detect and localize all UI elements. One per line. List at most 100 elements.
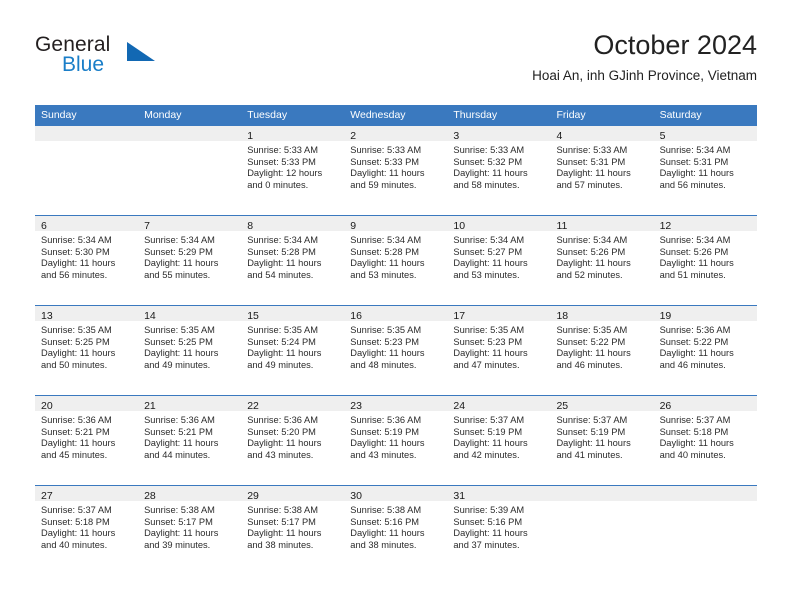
day-number-band: 22 xyxy=(241,396,345,412)
sunset-text: Sunset: 5:23 PM xyxy=(350,336,420,347)
day-cell[interactable]: 29 Sunrise: 5:38 AM Sunset: 5:17 PM Dayligh… xyxy=(241,486,345,575)
sunrise-text: Sunrise: 5:38 AM xyxy=(247,505,318,515)
day-cell[interactable]: 22 Sunrise: 5:36 AM Sunset: 5:20 PM Dayligh… xyxy=(241,396,345,485)
day-details: Sunrise: 5:36 AM Sunset: 5:20 PM Daylight:… xyxy=(241,411,344,461)
day-cell[interactable]: 12 Sunrise: 5:34 AM Sunset: 5:26 PM Dayligh… xyxy=(653,216,757,305)
weekday-header-wednesday: Wednesday xyxy=(350,109,406,121)
day-details: Sunrise: 5:33 AM Sunset: 5:32 PM Daylight:… xyxy=(447,141,550,191)
daylight-text: Daylight: 11 hours xyxy=(556,348,631,359)
day-cell[interactable]: 15 Sunrise: 5:35 AM Sunset: 5:24 PM Dayligh… xyxy=(241,306,345,395)
sunrise-text: Sunrise: 5:38 AM xyxy=(144,505,215,515)
day-details xyxy=(35,141,138,145)
sunset-text: Sunset: 5:31 PM xyxy=(556,156,626,167)
day-number-band xyxy=(550,486,654,501)
day-number-band: 9 xyxy=(344,216,448,232)
day-cell[interactable]: 16 Sunrise: 5:35 AM Sunset: 5:23 PM Dayligh… xyxy=(344,306,448,395)
calendar-weeks: 1 Sunrise: 5:33 AM Sunset: 5:33 PM Daylight… xyxy=(35,126,757,575)
daylight-text: Daylight: 11 hours xyxy=(41,258,116,269)
day-number-band: 6 xyxy=(35,216,139,232)
weekday-header-monday: Monday xyxy=(144,109,182,121)
day-cell[interactable]: 6 Sunrise: 5:34 AM Sunset: 5:30 PM Daylight… xyxy=(35,216,139,305)
day-number: 7 xyxy=(144,220,150,232)
day-cell[interactable]: 24 Sunrise: 5:37 AM Sunset: 5:19 PM Dayligh… xyxy=(447,396,551,485)
daylight-text-cont: and 38 minutes. xyxy=(350,539,417,550)
daylight-text-cont: and 45 minutes. xyxy=(41,449,108,460)
sunrise-text: Sunrise: 5:35 AM xyxy=(41,325,112,335)
calendar-grid: Sunday Monday Tuesday Wednesday Thursday Frid… xyxy=(35,105,757,575)
day-cell[interactable]: 5 Sunrise: 5:34 AM Sunset: 5:31 PM Daylight… xyxy=(653,126,757,215)
day-number: 13 xyxy=(41,310,53,322)
sunrise-text: Sunrise: 5:36 AM xyxy=(144,415,215,425)
day-cell[interactable]: 10 Sunrise: 5:34 AM Sunset: 5:27 PM Dayligh… xyxy=(447,216,551,305)
day-cell[interactable]: 4 Sunrise: 5:33 AM Sunset: 5:31 PM Daylight… xyxy=(550,126,654,215)
day-cell[interactable]: 27 Sunrise: 5:37 AM Sunset: 5:18 PM Dayligh… xyxy=(35,486,139,575)
day-number-band: 15 xyxy=(241,306,345,322)
day-number-band: 3 xyxy=(447,126,551,142)
day-number: 26 xyxy=(659,400,672,412)
daylight-text: Daylight: 11 hours xyxy=(350,528,425,539)
sunset-text: Sunset: 5:21 PM xyxy=(41,426,110,437)
day-number-band: 24 xyxy=(447,396,551,412)
day-number: 19 xyxy=(659,310,672,322)
sunrise-text: Sunrise: 5:38 AM xyxy=(350,505,422,515)
daylight-text: Daylight: 11 hours xyxy=(144,258,219,269)
daylight-text-cont: and 55 minutes. xyxy=(144,269,211,280)
day-cell[interactable]: 20 Sunrise: 5:36 AM Sunset: 5:21 PM Dayligh… xyxy=(35,396,139,485)
page-header: General Blue October 2024 Hoai An, inh G… xyxy=(0,0,792,100)
day-cell[interactable]: 18 Sunrise: 5:35 AM Sunset: 5:22 PM Dayligh… xyxy=(550,306,654,395)
day-cell[interactable]: 2 Sunrise: 5:33 AM Sunset: 5:33 PM Daylight… xyxy=(344,126,448,215)
sunrise-text: Sunrise: 5:37 AM xyxy=(556,415,628,425)
day-number: 15 xyxy=(247,310,259,322)
daylight-text: Daylight: 11 hours xyxy=(659,168,734,179)
day-cell[interactable]: 13 Sunrise: 5:35 AM Sunset: 5:25 PM Dayligh… xyxy=(35,306,139,395)
sunset-text: Sunset: 5:16 PM xyxy=(350,516,420,527)
daylight-text: Daylight: 11 hours xyxy=(247,438,322,449)
day-number: 11 xyxy=(556,220,568,232)
triangle-icon xyxy=(127,42,155,61)
day-cell-empty xyxy=(653,486,757,575)
day-details: Sunrise: 5:33 AM Sunset: 5:33 PM Daylight:… xyxy=(344,141,447,191)
daylight-text-cont: and 59 minutes. xyxy=(350,179,417,190)
day-cell[interactable]: 23 Sunrise: 5:36 AM Sunset: 5:19 PM Dayligh… xyxy=(344,396,448,485)
weekday-header-sunday: Sunday xyxy=(41,109,77,121)
daylight-text-cont: and 43 minutes. xyxy=(247,449,314,460)
day-cell[interactable]: 30 Sunrise: 5:38 AM Sunset: 5:16 PM Dayligh… xyxy=(344,486,448,575)
daylight-text-cont: and 58 minutes. xyxy=(453,179,520,190)
day-details: Sunrise: 5:35 AM Sunset: 5:25 PM Daylight:… xyxy=(138,321,241,371)
day-cell[interactable]: 28 Sunrise: 5:38 AM Sunset: 5:17 PM Dayligh… xyxy=(138,486,242,575)
daylight-text-cont: and 41 minutes. xyxy=(556,449,623,460)
day-cell[interactable]: 25 Sunrise: 5:37 AM Sunset: 5:19 PM Dayligh… xyxy=(550,396,654,485)
day-details: Sunrise: 5:39 AM Sunset: 5:16 PM Daylight:… xyxy=(447,501,550,551)
day-cell[interactable]: 31 Sunrise: 5:39 AM Sunset: 5:16 PM Dayligh… xyxy=(447,486,551,575)
weekday-header-tuesday: Tuesday xyxy=(247,109,288,121)
day-number-band: 29 xyxy=(241,486,345,502)
day-number-band: 7 xyxy=(138,216,242,232)
daylight-text: Daylight: 11 hours xyxy=(556,258,631,269)
day-cell[interactable]: 19 Sunrise: 5:36 AM Sunset: 5:22 PM Dayligh… xyxy=(653,306,757,395)
sunset-text: Sunset: 5:31 PM xyxy=(659,156,729,167)
day-number: 24 xyxy=(453,400,466,412)
day-details: Sunrise: 5:33 AM Sunset: 5:33 PM Daylight:… xyxy=(241,141,344,191)
day-cell[interactable]: 8 Sunrise: 5:34 AM Sunset: 5:28 PM Daylight… xyxy=(241,216,345,305)
day-cell[interactable]: 1 Sunrise: 5:33 AM Sunset: 5:33 PM Daylight… xyxy=(241,126,345,215)
sunrise-text: Sunrise: 5:35 AM xyxy=(350,325,422,335)
day-cell[interactable]: 11 Sunrise: 5:34 AM Sunset: 5:26 PM Dayligh… xyxy=(550,216,654,305)
daylight-text: Daylight: 11 hours xyxy=(41,528,116,539)
sunrise-text: Sunrise: 5:35 AM xyxy=(556,325,628,335)
day-details: Sunrise: 5:34 AM Sunset: 5:30 PM Daylight:… xyxy=(35,231,138,281)
day-cell[interactable]: 26 Sunrise: 5:37 AM Sunset: 5:18 PM Dayligh… xyxy=(653,396,757,485)
day-cell[interactable]: 7 Sunrise: 5:34 AM Sunset: 5:29 PM Daylight… xyxy=(138,216,242,305)
sunset-text: Sunset: 5:25 PM xyxy=(144,336,213,347)
day-number-band: 23 xyxy=(344,396,448,412)
day-details: Sunrise: 5:36 AM Sunset: 5:21 PM Daylight:… xyxy=(35,411,138,461)
day-cell[interactable]: 21 Sunrise: 5:36 AM Sunset: 5:21 PM Dayligh… xyxy=(138,396,242,485)
day-number: 21 xyxy=(144,400,156,412)
day-cell[interactable]: 14 Sunrise: 5:35 AM Sunset: 5:25 PM Dayligh… xyxy=(138,306,242,395)
day-cell[interactable]: 17 Sunrise: 5:35 AM Sunset: 5:23 PM Dayligh… xyxy=(447,306,551,395)
day-cell[interactable]: 3 Sunrise: 5:33 AM Sunset: 5:32 PM Daylight… xyxy=(447,126,551,215)
daylight-text: Daylight: 11 hours xyxy=(247,258,322,269)
daylight-text-cont: and 56 minutes. xyxy=(41,269,108,280)
sunrise-text: Sunrise: 5:34 AM xyxy=(453,235,525,245)
day-cell[interactable]: 9 Sunrise: 5:34 AM Sunset: 5:28 PM Daylight… xyxy=(344,216,448,305)
daylight-text-cont: and 48 minutes. xyxy=(350,359,417,370)
